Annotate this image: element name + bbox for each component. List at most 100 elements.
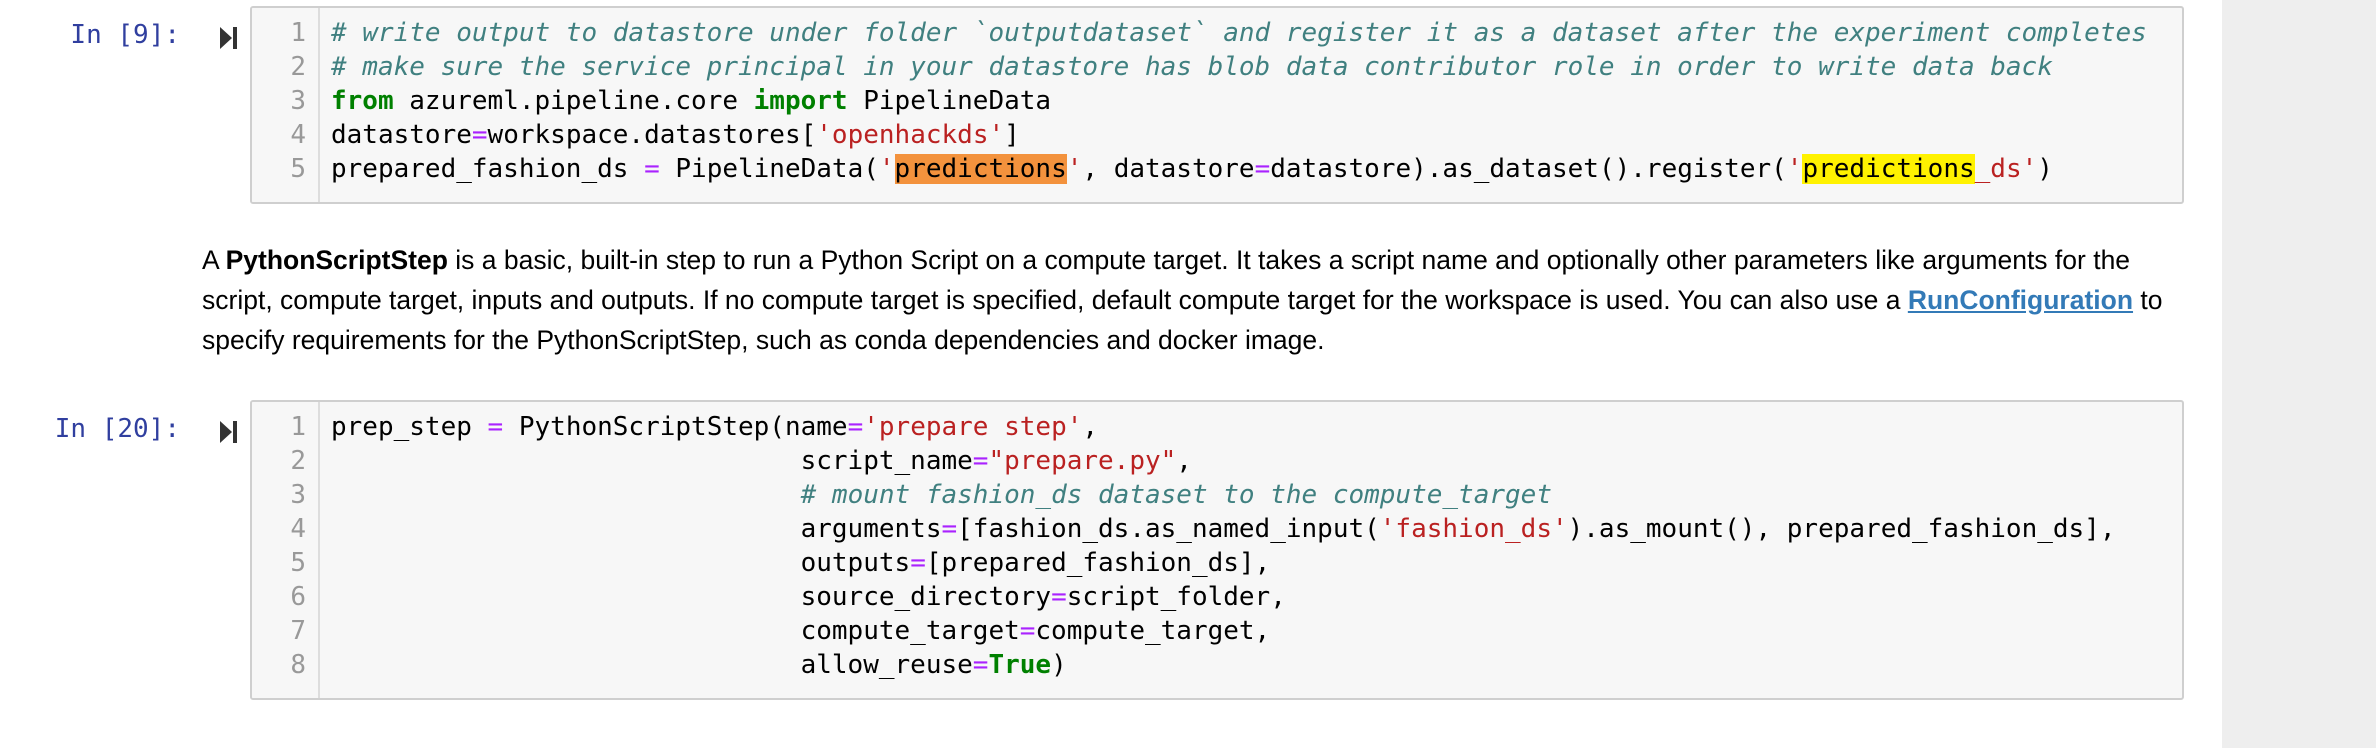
code-token: script_name	[331, 446, 973, 476]
code-line[interactable]: 5 prepared_fashion_ds = PipelineData('pre…	[252, 152, 2053, 186]
code-token: =	[1051, 582, 1067, 612]
code-text: # write output to datastore under folder…	[331, 16, 2147, 50]
code-token: workspace.datastores[	[487, 120, 817, 150]
code-token: azureml.pipeline.core	[393, 86, 754, 116]
code-token: outputs	[331, 548, 911, 578]
code-token: PythonScriptStep(name	[503, 412, 848, 442]
code-token: , datastore	[1082, 154, 1255, 184]
code-token: datastore).as_dataset().register(	[1270, 154, 1787, 184]
code-token: [fashion_ds.as_named_input(	[957, 514, 1380, 544]
code-text: prep_step = PythonScriptStep(name='prepa…	[331, 410, 1098, 444]
code-line[interactable]: 4 arguments=[fashion_ds.as_named_input('…	[252, 512, 2115, 546]
code-token: ]	[1004, 120, 1020, 150]
code-text: # mount fashion_ds dataset to the comput…	[331, 478, 1552, 512]
code-text: prepared_fashion_ds = PipelineData('pred…	[331, 152, 2053, 186]
code-text: datastore=workspace.datastores['openhack…	[331, 118, 1020, 152]
code-token: =	[1254, 154, 1271, 184]
code-token: "prepare.py"	[988, 446, 1177, 476]
code-token: PipelineData	[847, 86, 1052, 116]
code-line[interactable]: 3 from azureml.pipeline.core import Pipel…	[252, 84, 1051, 118]
line-number: 5	[290, 154, 306, 184]
code-line[interactable]: 6 source_directory=script_folder,	[252, 580, 1286, 614]
code-token: prep_step	[331, 412, 488, 442]
code-line[interactable]: 1 # write output to datastore under folde…	[252, 16, 2146, 50]
line-number: 2	[290, 52, 306, 82]
line-number: 6	[290, 582, 306, 612]
line-number: 2	[290, 446, 306, 476]
line-number: 5	[290, 548, 306, 578]
code-token: # mount fashion_ds dataset to the comput…	[800, 480, 1552, 510]
code-text: allow_reuse=True)	[331, 648, 1067, 682]
code-line[interactable]: 1 prep_step = PythonScriptStep(name='prep…	[252, 410, 1098, 444]
code-editor[interactable]: 1 # write output to datastore under folde…	[250, 6, 2184, 204]
code-token: =	[1019, 616, 1036, 646]
line-number: 1	[290, 18, 306, 48]
code-cell-2[interactable]: In [20]: 1 prep_step = PythonScriptStep(n…	[0, 400, 2222, 700]
code-token: # make sure the service principal in you…	[331, 52, 2053, 82]
code-token: predictions	[1802, 154, 1975, 184]
markdown-text: A	[202, 245, 226, 275]
code-text: source_directory=script_folder,	[331, 580, 1286, 614]
code-line[interactable]: 7 compute_target=compute_target,	[252, 614, 1270, 648]
code-text: from azureml.pipeline.core import Pipeli…	[331, 84, 1051, 118]
line-number: 3	[290, 480, 306, 510]
code-token: allow_reuse	[331, 650, 973, 680]
code-token: [prepared_fashion_ds],	[925, 548, 1271, 578]
code-line[interactable]: 5 outputs=[prepared_fashion_ds],	[252, 546, 1270, 580]
markdown-bold-term: PythonScriptStep	[225, 245, 448, 275]
code-token: =	[847, 412, 864, 442]
code-token: from	[331, 86, 394, 116]
line-number: 4	[290, 514, 306, 544]
code-token: =	[972, 650, 989, 680]
code-token: PipelineData(	[659, 154, 879, 184]
code-token: )	[1051, 650, 1067, 680]
line-number: 1	[290, 412, 306, 442]
cell-prompt: In [9]:	[70, 20, 180, 50]
code-token: '	[1066, 154, 1083, 184]
run-cell-icon[interactable]	[218, 24, 240, 52]
code-line[interactable]: 4 datastore=workspace.datastores['openhac…	[252, 118, 1019, 152]
runconfiguration-link[interactable]: RunConfiguration	[1908, 285, 2133, 315]
code-token: 'prepare step'	[863, 412, 1083, 442]
line-number: 3	[290, 86, 306, 116]
markdown-cell: A PythonScriptStep is a basic, built-in …	[202, 240, 2182, 360]
code-token: datastore	[331, 120, 472, 150]
code-line[interactable]: 2 # make sure the service principal in yo…	[252, 50, 2053, 84]
run-cell-icon[interactable]	[218, 418, 240, 446]
code-token: source_directory	[331, 582, 1052, 612]
code-token: # write output to datastore under folder…	[331, 18, 2147, 48]
code-token: script_folder,	[1066, 582, 1286, 612]
code-line[interactable]: 8 allow_reuse=True)	[252, 648, 1066, 682]
code-token: prepared_fashion_ds	[331, 154, 645, 184]
code-token: )	[2037, 154, 2053, 184]
code-editor[interactable]: 1 prep_step = PythonScriptStep(name='prep…	[250, 400, 2184, 700]
code-token: 'fashion_ds'	[1379, 514, 1568, 544]
markdown-text: is a basic, built-in step to run a Pytho…	[202, 245, 2131, 315]
code-token: _ds'	[1974, 154, 2038, 184]
code-text: arguments=[fashion_ds.as_named_input('fa…	[331, 512, 2116, 546]
code-token: =	[910, 548, 926, 578]
code-token: '	[878, 154, 895, 184]
code-token: compute_target,	[1035, 616, 1271, 646]
code-text: # make sure the service principal in you…	[331, 50, 2053, 84]
code-token: ,	[1176, 446, 1192, 476]
code-line[interactable]: 2 script_name="prepare.py",	[252, 444, 1192, 478]
code-line[interactable]: 3 # mount fashion_ds dataset to the comp…	[252, 478, 1552, 512]
code-token: =	[941, 514, 958, 544]
code-text: outputs=[prepared_fashion_ds],	[331, 546, 1271, 580]
code-token: True	[988, 650, 1052, 680]
code-token: 'openhackds'	[816, 120, 1005, 150]
code-token: predictions	[894, 154, 1067, 184]
code-cell-1[interactable]: In [9]: 1 # write output to datastore und…	[0, 6, 2222, 206]
code-token: ,	[1082, 412, 1099, 442]
code-token: '	[1786, 154, 1803, 184]
code-text: script_name="prepare.py",	[331, 444, 1192, 478]
code-token: =	[644, 154, 660, 184]
code-token: compute_target	[331, 616, 1020, 646]
code-token: arguments	[331, 514, 942, 544]
code-token: import	[753, 86, 848, 116]
code-token: =	[972, 446, 989, 476]
line-number: 4	[290, 120, 306, 150]
notebook-area: In [9]: 1 # write output to datastore und…	[0, 0, 2222, 748]
